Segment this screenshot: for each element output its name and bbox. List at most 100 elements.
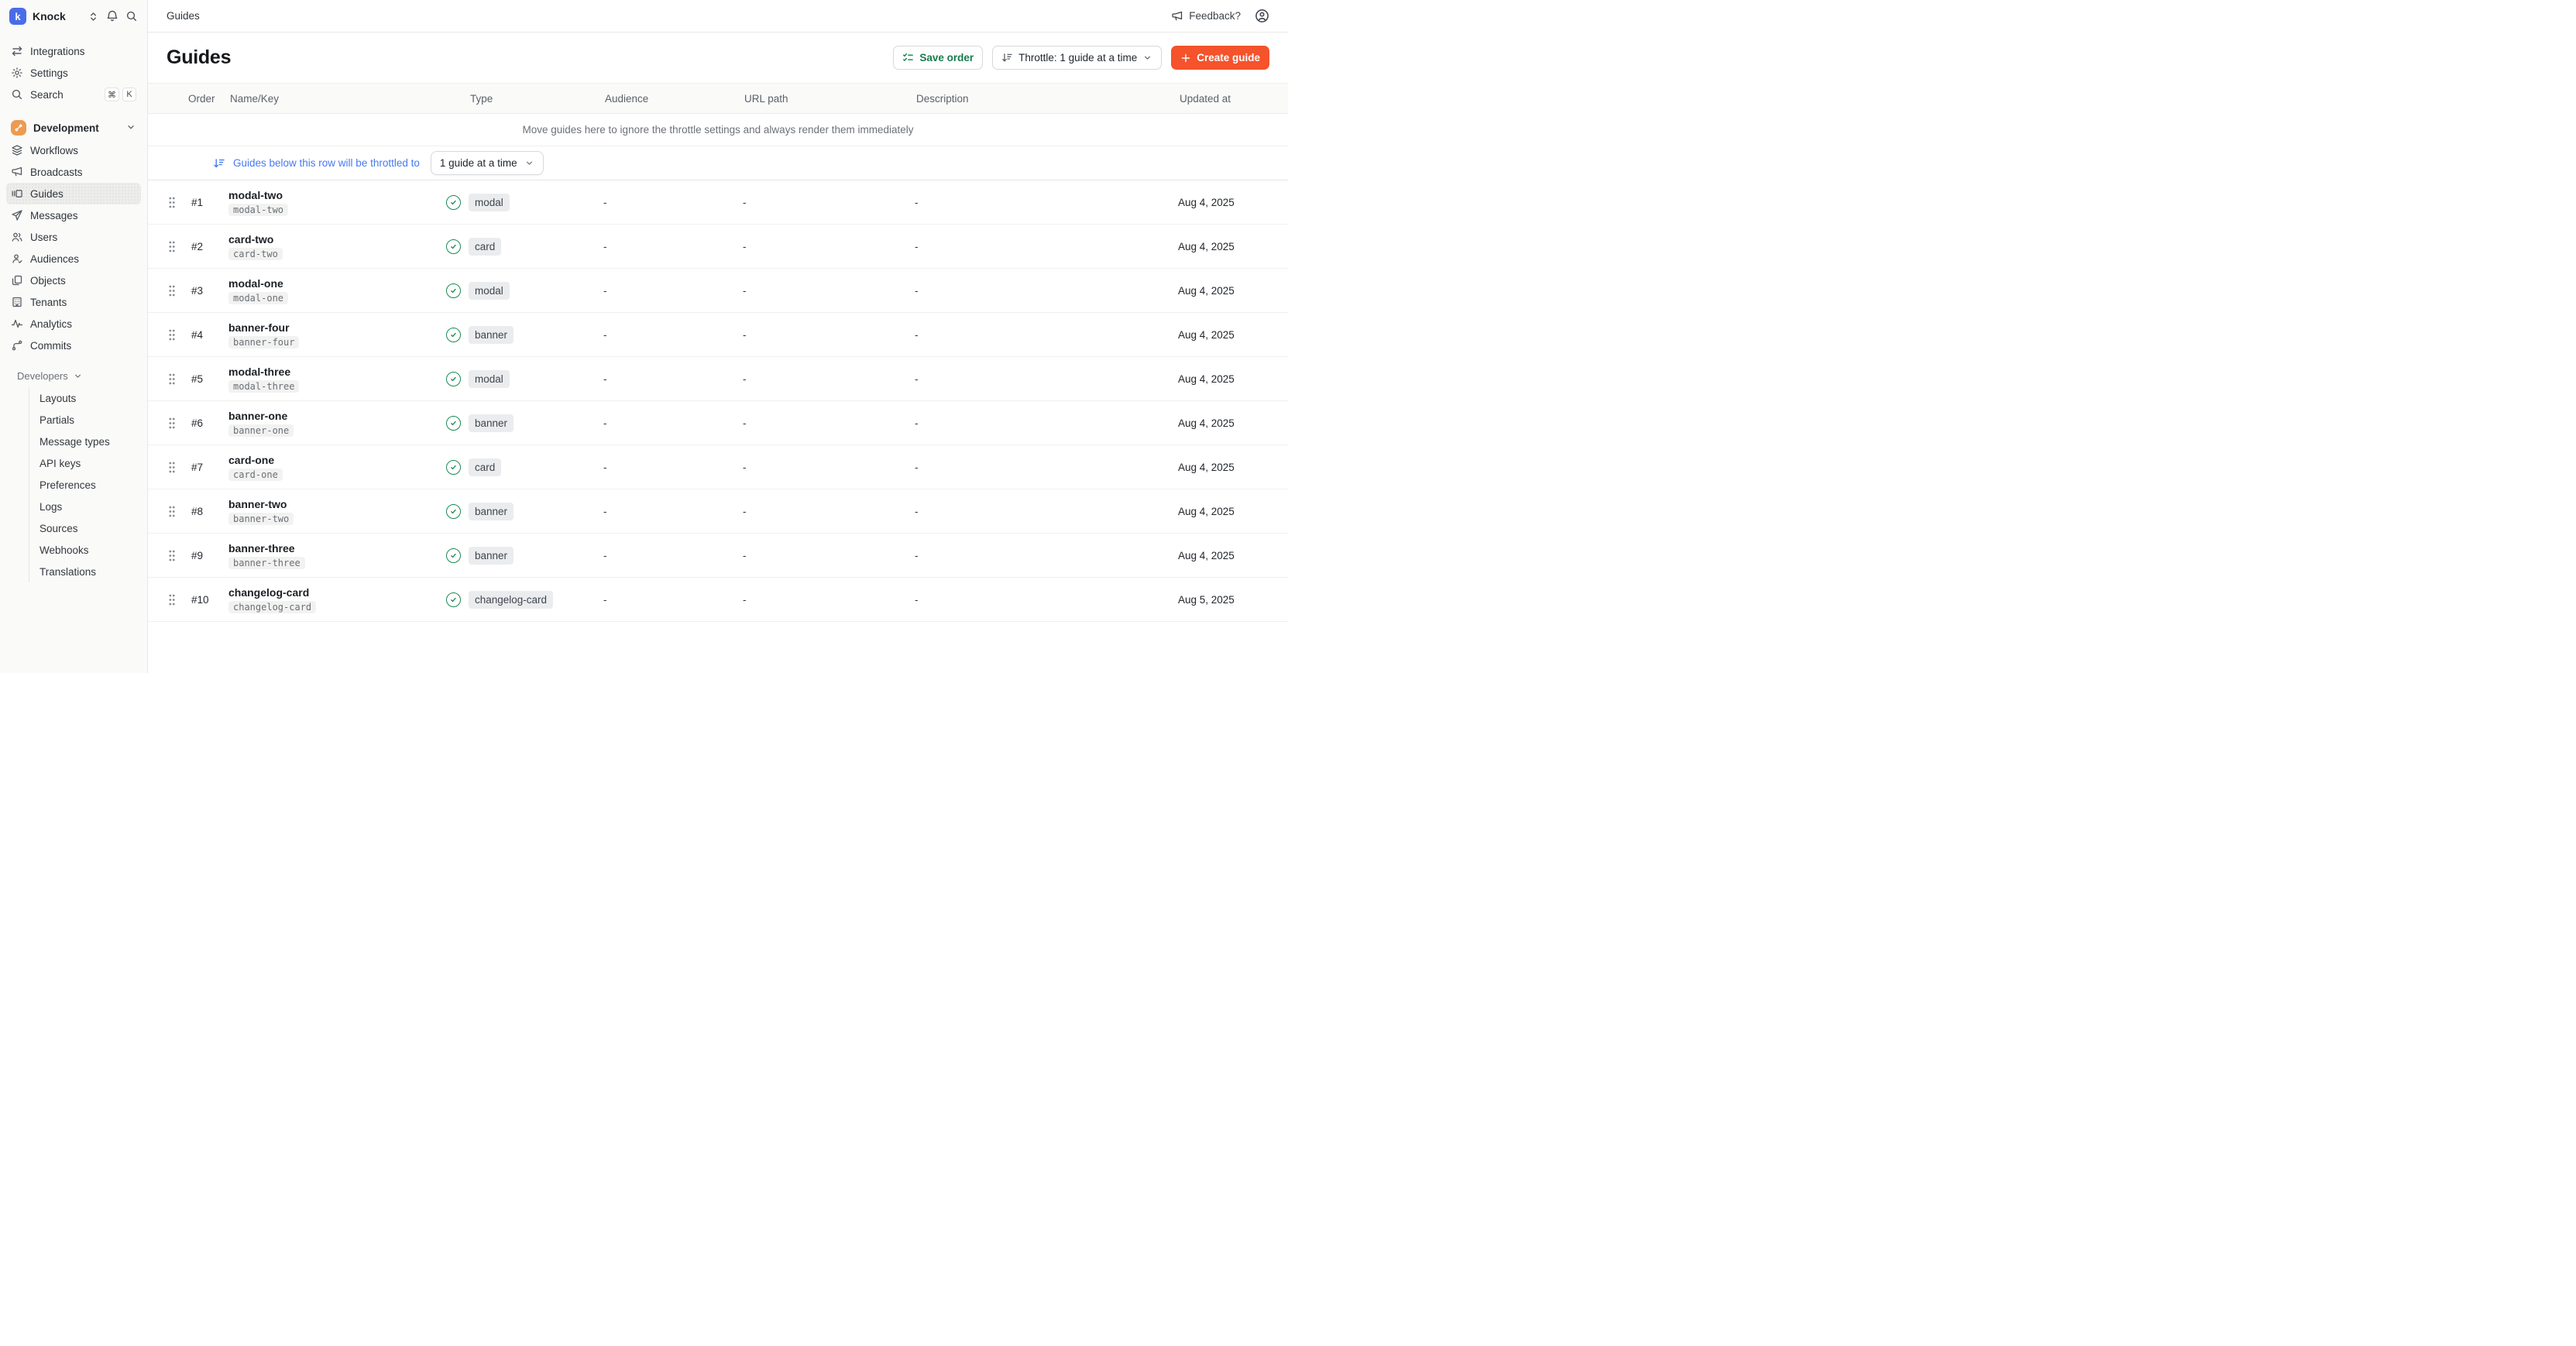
table-row[interactable]: #5 modal-three modal-three modal — [148, 357, 1288, 401]
guides-table: Order Name/Key Type Audience URL path De… — [148, 83, 1288, 622]
status-check-icon — [446, 195, 461, 210]
sidebar-item-settings[interactable]: Settings — [6, 62, 141, 84]
person-check-icon — [11, 252, 23, 265]
sidebar-subitem[interactable]: Translations — [29, 561, 135, 582]
type-badge: modal — [469, 370, 510, 388]
updated-at-value: Aug 4, 2025 — [1178, 329, 1288, 341]
table-row[interactable]: #3 modal-one modal-one modal — [148, 269, 1288, 313]
search-icon[interactable] — [125, 10, 138, 22]
drag-handle-icon[interactable] — [160, 461, 187, 474]
sidebar-subitem[interactable]: API keys — [29, 452, 135, 474]
status-check-icon — [446, 504, 461, 519]
drag-handle-icon[interactable] — [160, 593, 187, 606]
megaphone-icon — [1171, 10, 1183, 22]
workspace-header[interactable]: k Knock — [0, 0, 147, 33]
workspace-switcher-icon[interactable] — [88, 11, 99, 22]
table-row[interactable]: #1 modal-two modal-two modal — [148, 180, 1288, 225]
account-avatar-icon[interactable] — [1255, 9, 1269, 23]
sidebar-item-messages[interactable]: Messages — [6, 204, 141, 226]
create-guide-button[interactable]: Create guide — [1171, 46, 1269, 70]
notifications-bell-icon[interactable] — [106, 10, 118, 22]
table-row[interactable]: #4 banner-four banner-four banner — [148, 313, 1288, 357]
guide-name: banner-two — [228, 498, 287, 510]
type-badge: card — [469, 458, 501, 476]
guide-key-badge: modal-two — [228, 204, 288, 216]
sidebar-item-broadcasts[interactable]: Broadcasts — [6, 161, 141, 183]
guide-name: banner-three — [228, 542, 295, 555]
column-header-type: Type — [469, 93, 603, 105]
order-number: #6 — [187, 417, 228, 429]
guide-key-badge: changelog-card — [228, 601, 316, 613]
table-row[interactable]: #2 card-two card-two card — [148, 225, 1288, 269]
status-check-icon — [446, 460, 461, 475]
gear-icon — [11, 67, 23, 79]
drag-handle-icon[interactable] — [160, 549, 187, 562]
drag-handle-icon[interactable] — [160, 373, 187, 386]
column-header-updated-at: Updated at — [1178, 93, 1288, 105]
unthrottled-drop-zone[interactable]: Move guides here to ignore the throttle … — [148, 114, 1288, 146]
page-header: Guides Save order Throttle: 1 guide at a… — [148, 33, 1288, 83]
order-number: #9 — [187, 550, 228, 561]
sidebar-item-search[interactable]: Search ⌘ K — [6, 84, 141, 105]
developers-section-toggle[interactable]: Developers — [6, 366, 141, 386]
table-row[interactable]: #9 banner-three banner-three banner — [148, 534, 1288, 578]
sidebar-item-guides[interactable]: Guides — [6, 183, 141, 204]
guide-key-badge: card-two — [228, 248, 283, 260]
table-row[interactable]: #6 banner-one banner-one banner — [148, 401, 1288, 445]
sidebar-subitem[interactable]: Partials — [29, 409, 135, 431]
guide-key-badge: banner-one — [228, 424, 294, 437]
sidebar-item-integrations[interactable]: Integrations — [6, 40, 141, 62]
sidebar-item-label: Workflows — [30, 145, 78, 156]
updated-at-value: Aug 4, 2025 — [1178, 462, 1288, 473]
environment-switcher[interactable]: Development — [6, 116, 141, 139]
table-row[interactable]: #8 banner-two banner-two banner — [148, 489, 1288, 534]
sidebar-item-objects[interactable]: Objects — [6, 270, 141, 291]
feedback-button[interactable]: Feedback? — [1171, 10, 1241, 22]
audience-value: - — [603, 241, 743, 252]
drag-handle-icon[interactable] — [160, 505, 187, 518]
type-badge: modal — [469, 282, 510, 300]
sidebar-item-users[interactable]: Users — [6, 226, 141, 248]
drag-handle-icon[interactable] — [160, 196, 187, 209]
sidebar-item-audiences[interactable]: Audiences — [6, 248, 141, 270]
drag-handle-icon[interactable] — [160, 417, 187, 430]
sidebar-item-workflows[interactable]: Workflows — [6, 139, 141, 161]
guide-key-badge: modal-one — [228, 292, 288, 304]
guide-name: card-two — [228, 233, 273, 246]
sidebar-subitem[interactable]: Message types — [29, 431, 135, 452]
sidebar-subitem[interactable]: Layouts — [29, 387, 135, 409]
sidebar-item-commits[interactable]: Commits — [6, 335, 141, 356]
main-content: Guides Feedback? Guides Save order — [148, 0, 1288, 673]
table-row[interactable]: #7 card-one card-one card — [148, 445, 1288, 489]
throttle-dropdown-button[interactable]: Throttle: 1 guide at a time — [992, 46, 1162, 70]
save-order-button[interactable]: Save order — [893, 46, 983, 70]
audience-value: - — [603, 197, 743, 208]
order-number: #5 — [187, 373, 228, 385]
description-value: - — [915, 462, 1178, 473]
table-header-row: Order Name/Key Type Audience URL path De… — [148, 83, 1288, 114]
sidebar-subitem[interactable]: Logs — [29, 496, 135, 517]
column-header-audience: Audience — [603, 93, 743, 105]
drag-handle-icon[interactable] — [160, 284, 187, 297]
page-title: Guides — [167, 46, 231, 69]
updated-at-value: Aug 4, 2025 — [1178, 373, 1288, 385]
audience-value: - — [603, 373, 743, 385]
sidebar-subitem[interactable]: Sources — [29, 517, 135, 539]
sidebar-subitem[interactable]: Preferences — [29, 474, 135, 496]
status-check-icon — [446, 239, 461, 254]
sidebar-item-analytics[interactable]: Analytics — [6, 313, 141, 335]
description-value: - — [915, 197, 1178, 208]
throttle-amount-dropdown[interactable]: 1 guide at a time — [431, 151, 544, 175]
sidebar-subitem[interactable]: Webhooks — [29, 539, 135, 561]
drag-handle-icon[interactable] — [160, 328, 187, 342]
order-number: #3 — [187, 285, 228, 297]
sidebar-item-label: Broadcasts — [30, 167, 83, 178]
sidebar-item-tenants[interactable]: Tenants — [6, 291, 141, 313]
guide-name: banner-one — [228, 410, 287, 422]
drag-handle-icon[interactable] — [160, 240, 187, 253]
type-badge: changelog-card — [469, 591, 553, 609]
table-row[interactable]: #10 changelog-card changelog-card change… — [148, 578, 1288, 622]
list-checks-icon — [902, 52, 914, 64]
sidebar-nav: Integrations Settings Search ⌘ K Develop… — [0, 33, 147, 582]
updated-at-value: Aug 4, 2025 — [1178, 417, 1288, 429]
